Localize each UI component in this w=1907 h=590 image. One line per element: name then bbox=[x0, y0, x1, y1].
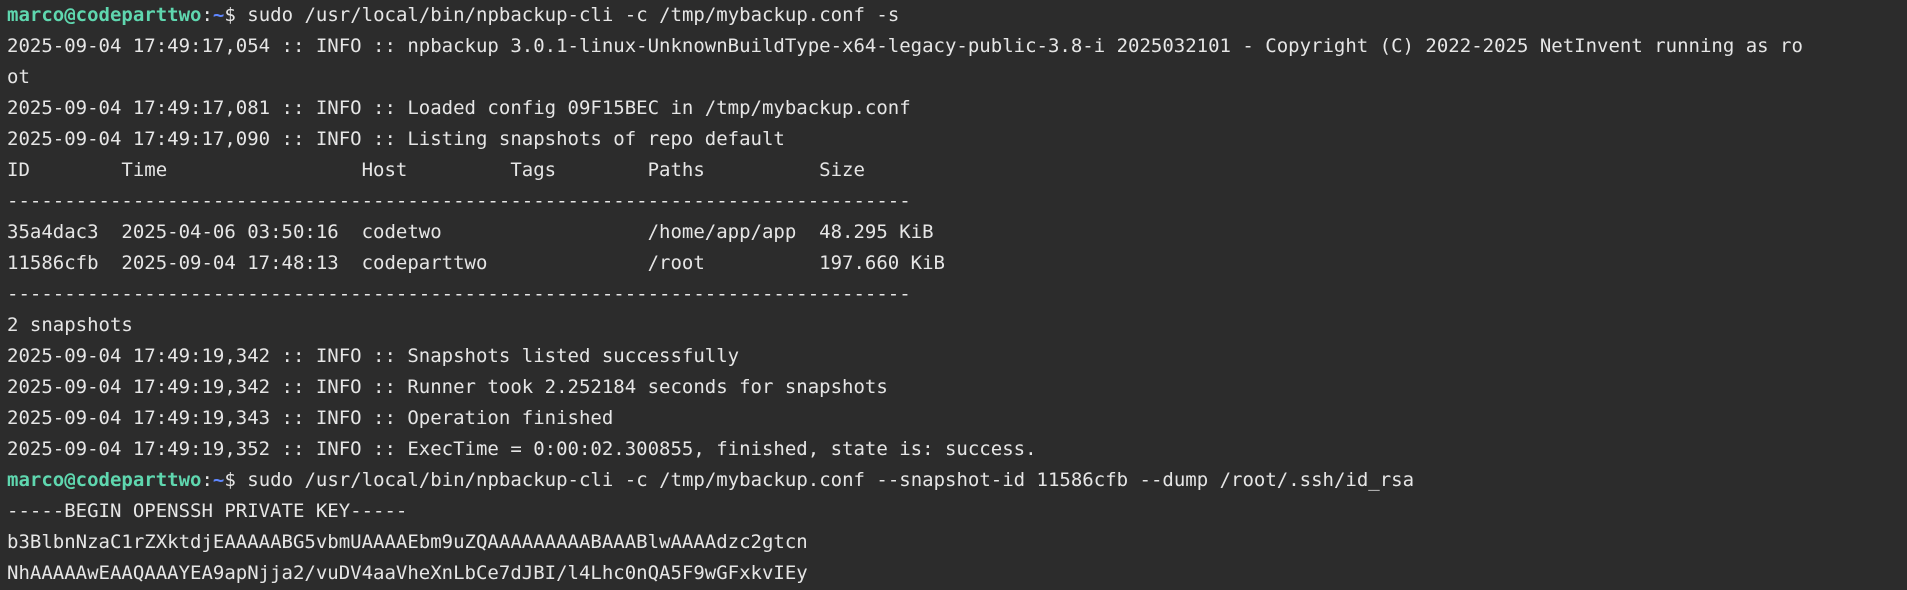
table-row: 11586cfb 2025-09-04 17:48:13 codeparttwo… bbox=[7, 252, 945, 274]
table-divider: ----------------------------------------… bbox=[7, 283, 911, 305]
prompt-separator: : bbox=[201, 469, 213, 491]
prompt-path: ~ bbox=[212, 469, 225, 491]
prompt-symbol: $ bbox=[224, 4, 248, 26]
table-row: 35a4dac3 2025-04-06 03:50:16 codetwo /ho… bbox=[7, 221, 934, 243]
prompt-symbol: $ bbox=[224, 469, 248, 491]
command-line: marco@codeparttwo:~$ sudo /usr/local/bin… bbox=[7, 465, 1900, 496]
output-line: 2025-09-04 17:49:17,054 :: INFO :: npbac… bbox=[7, 35, 1803, 57]
command-text: sudo /usr/local/bin/npbackup-cli -c /tmp… bbox=[247, 469, 1415, 491]
prompt-user-host: marco@codeparttwo bbox=[7, 4, 202, 26]
output-line: 2025-09-04 17:49:19,343 :: INFO :: Opera… bbox=[7, 407, 614, 429]
output-line: 2025-09-04 17:49:19,352 :: INFO :: ExecT… bbox=[7, 438, 1037, 460]
prompt-path: ~ bbox=[212, 4, 225, 26]
command-line: marco@codeparttwo:~$ sudo /usr/local/bin… bbox=[7, 0, 1900, 31]
command-text: sudo /usr/local/bin/npbackup-cli -c /tmp… bbox=[247, 4, 900, 26]
output-line: ot bbox=[7, 66, 30, 88]
key-data-line: b3BlbnNzaC1rZXktdjEAAAAABG5vbmUAAAAEbm9u… bbox=[7, 531, 808, 553]
table-divider: ----------------------------------------… bbox=[7, 190, 911, 212]
snapshot-count: 2 snapshots bbox=[7, 314, 133, 336]
prompt-separator: : bbox=[201, 4, 213, 26]
key-data-line: NhAAAAAwEAAQAAAYEA9apNjja2/vuDV4aaVheXnL… bbox=[7, 562, 808, 584]
output-line: 2025-09-04 17:49:17,081 :: INFO :: Loade… bbox=[7, 97, 911, 119]
output-line: 2025-09-04 17:49:17,090 :: INFO :: Listi… bbox=[7, 128, 785, 150]
prompt-user-host: marco@codeparttwo bbox=[7, 469, 202, 491]
output-line: 2025-09-04 17:49:19,342 :: INFO :: Snaps… bbox=[7, 345, 740, 367]
snapshot-table-header: ID Time Host Tags Paths Size bbox=[7, 159, 865, 181]
terminal-window[interactable]: marco@codeparttwo:~$ sudo /usr/local/bin… bbox=[0, 0, 1907, 590]
output-line: 2025-09-04 17:49:19,342 :: INFO :: Runne… bbox=[7, 376, 888, 398]
key-begin-line: -----BEGIN OPENSSH PRIVATE KEY----- bbox=[7, 500, 408, 522]
